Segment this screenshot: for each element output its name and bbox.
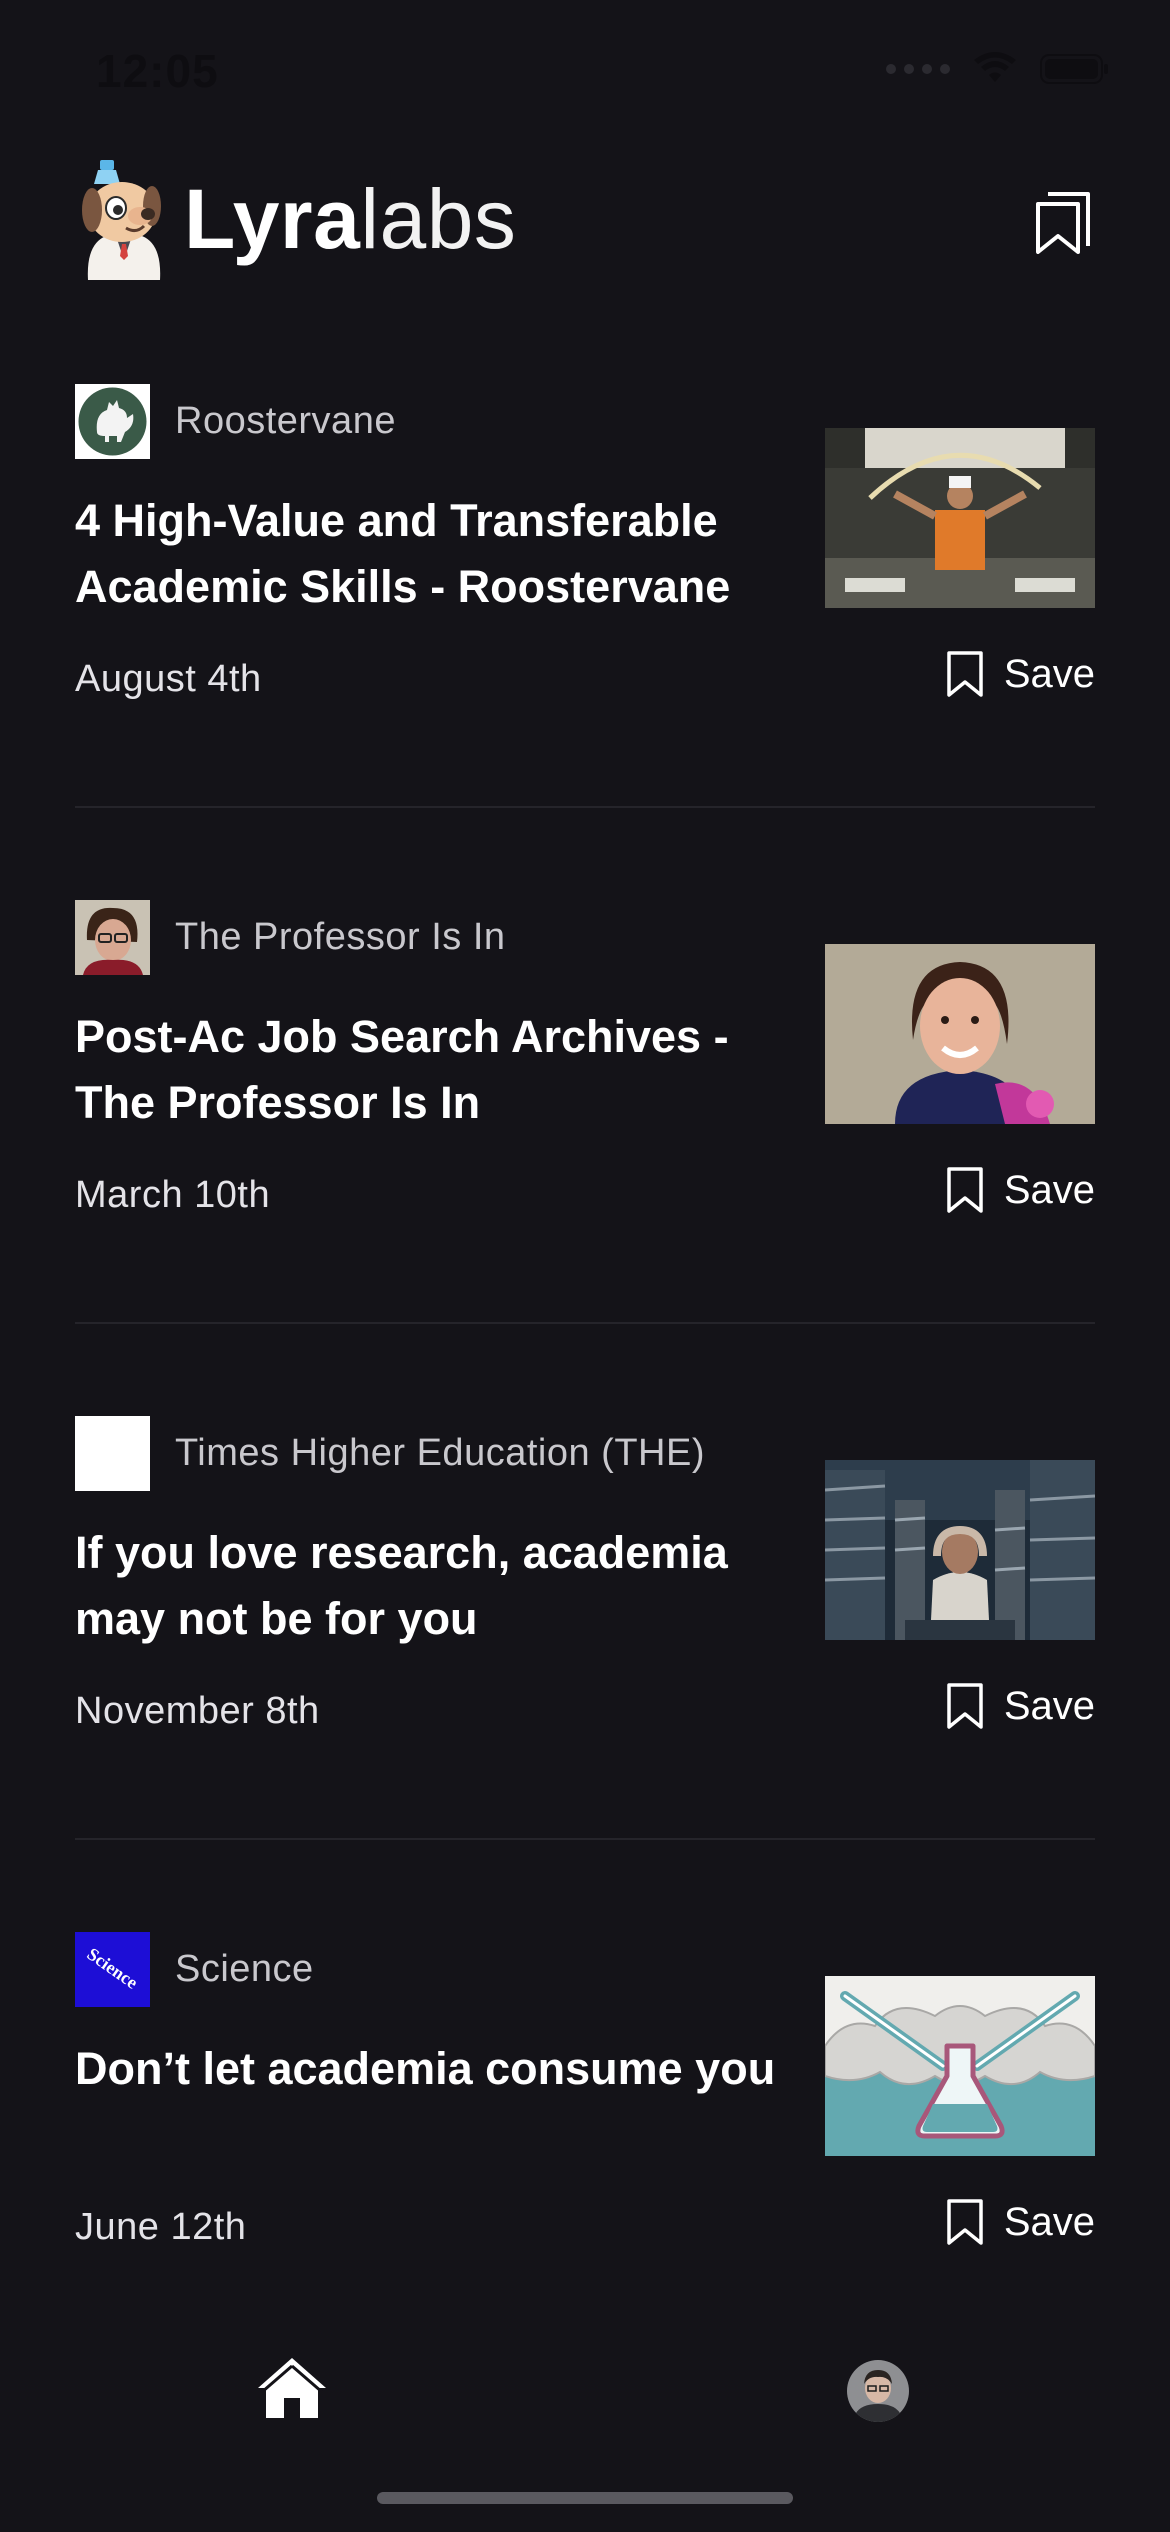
save-button[interactable]: Save	[946, 1682, 1095, 1730]
source-row: Roostervane	[75, 384, 396, 459]
article-date: June 12th	[75, 2206, 247, 2248]
wifi-icon	[974, 52, 1016, 82]
source-row: Times Higher Education (THE)	[75, 1416, 705, 1491]
save-label: Save	[1003, 651, 1095, 696]
app-logo[interactable]: Lyralabs	[76, 156, 516, 282]
source-row: The Professor Is In	[75, 900, 506, 975]
article-thumbnail[interactable]	[825, 1976, 1095, 2156]
article-title[interactable]: Don’t let academia consume you	[75, 2036, 795, 2102]
bookmark-icon	[947, 1683, 983, 1729]
bookmark-icon	[947, 1167, 983, 1213]
mascot-logo-icon	[82, 160, 161, 280]
article-date: March 10th	[75, 1174, 271, 1216]
source-name: Times Higher Education (THE)	[175, 1432, 705, 1474]
rooster-logo-icon	[75, 384, 150, 459]
article-thumbnail[interactable]	[825, 1460, 1095, 1640]
divider	[75, 1838, 1095, 1840]
status-bar: 12:05	[0, 0, 1170, 150]
save-button[interactable]: Save	[946, 1166, 1095, 1214]
save-label: Save	[1003, 1167, 1095, 1212]
science-logo-icon: Science	[75, 1932, 150, 2007]
logo-bold-text: Lyra	[184, 172, 361, 266]
article-title[interactable]: If you love research, academia may not b…	[75, 1520, 795, 1652]
status-icons	[886, 52, 1110, 86]
divider	[75, 806, 1095, 808]
source-name: Science	[175, 1948, 314, 1990]
article-date: August 4th	[75, 658, 262, 700]
article-thumbnail[interactable]	[825, 428, 1095, 608]
article-card[interactable]: The Professor Is In Post-Ac Job Search A…	[0, 876, 1170, 1392]
professor-avatar-icon	[75, 900, 150, 975]
profile-avatar-icon[interactable]	[847, 2360, 909, 2422]
source-name: The Professor Is In	[175, 916, 506, 958]
battery-icon	[1040, 54, 1108, 84]
source-row: Science Science	[75, 1932, 314, 2007]
save-button[interactable]: Save	[946, 2198, 1095, 2246]
article-feed: Roostervane 4 High-Value and Transferabl…	[0, 360, 1170, 2424]
home-icon[interactable]	[256, 2356, 328, 2420]
app-header: Lyralabs	[0, 150, 1170, 320]
save-label: Save	[1003, 2199, 1095, 2244]
bottom-nav	[0, 2320, 1170, 2532]
bookmarks-icon[interactable]	[1034, 190, 1094, 254]
save-button[interactable]: Save	[946, 650, 1095, 698]
the-logo-icon	[75, 1416, 150, 1491]
article-thumbnail[interactable]	[825, 944, 1095, 1124]
app-screen: 12:05 Lyralabs Roostervane 4 High-Value …	[0, 0, 1170, 2532]
source-name: Roostervane	[175, 400, 396, 442]
article-card[interactable]: Times Higher Education (THE) If you love…	[0, 1392, 1170, 1908]
bookmark-icon	[947, 651, 983, 697]
article-date: November 8th	[75, 1690, 320, 1732]
logo-wordmark: Lyralabs	[184, 177, 516, 261]
article-title[interactable]: 4 High-Value and Transferable Academic S…	[75, 488, 795, 620]
divider	[75, 1322, 1095, 1324]
save-label: Save	[1003, 1683, 1095, 1728]
article-title[interactable]: Post-Ac Job Search Archives - The Profes…	[75, 1004, 795, 1136]
status-time: 12:05	[96, 45, 219, 97]
cellular-signal-icon	[886, 64, 950, 74]
bookmark-icon	[947, 2199, 983, 2245]
home-indicator[interactable]	[377, 2492, 793, 2504]
logo-light-text: labs	[360, 172, 517, 266]
article-card[interactable]: Roostervane 4 High-Value and Transferabl…	[0, 360, 1170, 876]
